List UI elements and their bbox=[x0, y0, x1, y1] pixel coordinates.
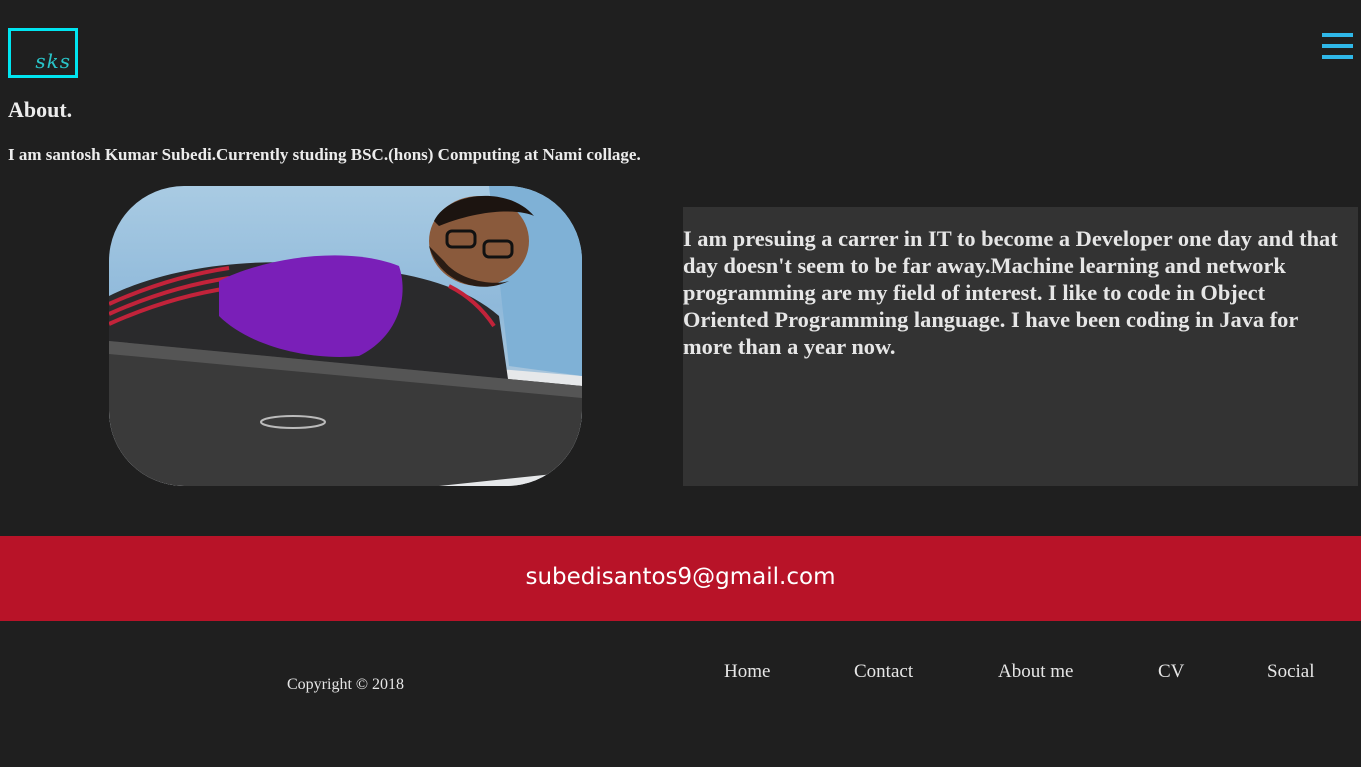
logo-text: sks bbox=[35, 49, 71, 73]
profile-photo bbox=[109, 186, 582, 486]
about-intro: I am santosh Kumar Subedi.Currently stud… bbox=[8, 145, 641, 164]
footer-link-social[interactable]: Social bbox=[1267, 661, 1315, 683]
bio-text: I am presuing a carrer in IT to become a… bbox=[683, 226, 1338, 359]
bio-panel: I am presuing a carrer in IT to become a… bbox=[683, 207, 1358, 486]
page-title: About. bbox=[8, 97, 73, 122]
contact-band: subedisantos9@gmail.com bbox=[0, 536, 1361, 621]
footer-link-cv[interactable]: CV bbox=[1158, 661, 1184, 683]
profile-photo-illustration bbox=[109, 186, 582, 486]
about-page: sks About. I am santosh Kumar Subedi.Cur… bbox=[0, 0, 1361, 767]
site-logo[interactable]: sks bbox=[8, 28, 78, 78]
footer-link-contact[interactable]: Contact bbox=[854, 661, 913, 683]
menu-bar bbox=[1322, 55, 1353, 59]
menu-bar bbox=[1322, 33, 1353, 37]
email-link[interactable]: subedisantos9@gmail.com bbox=[0, 564, 1361, 590]
footer-link-home[interactable]: Home bbox=[724, 661, 770, 683]
footer-nav: Home Contact About me CV Social bbox=[0, 661, 1361, 689]
footer-link-about-me[interactable]: About me bbox=[998, 661, 1073, 683]
hamburger-menu-icon[interactable] bbox=[1322, 33, 1353, 59]
menu-bar bbox=[1322, 44, 1353, 48]
